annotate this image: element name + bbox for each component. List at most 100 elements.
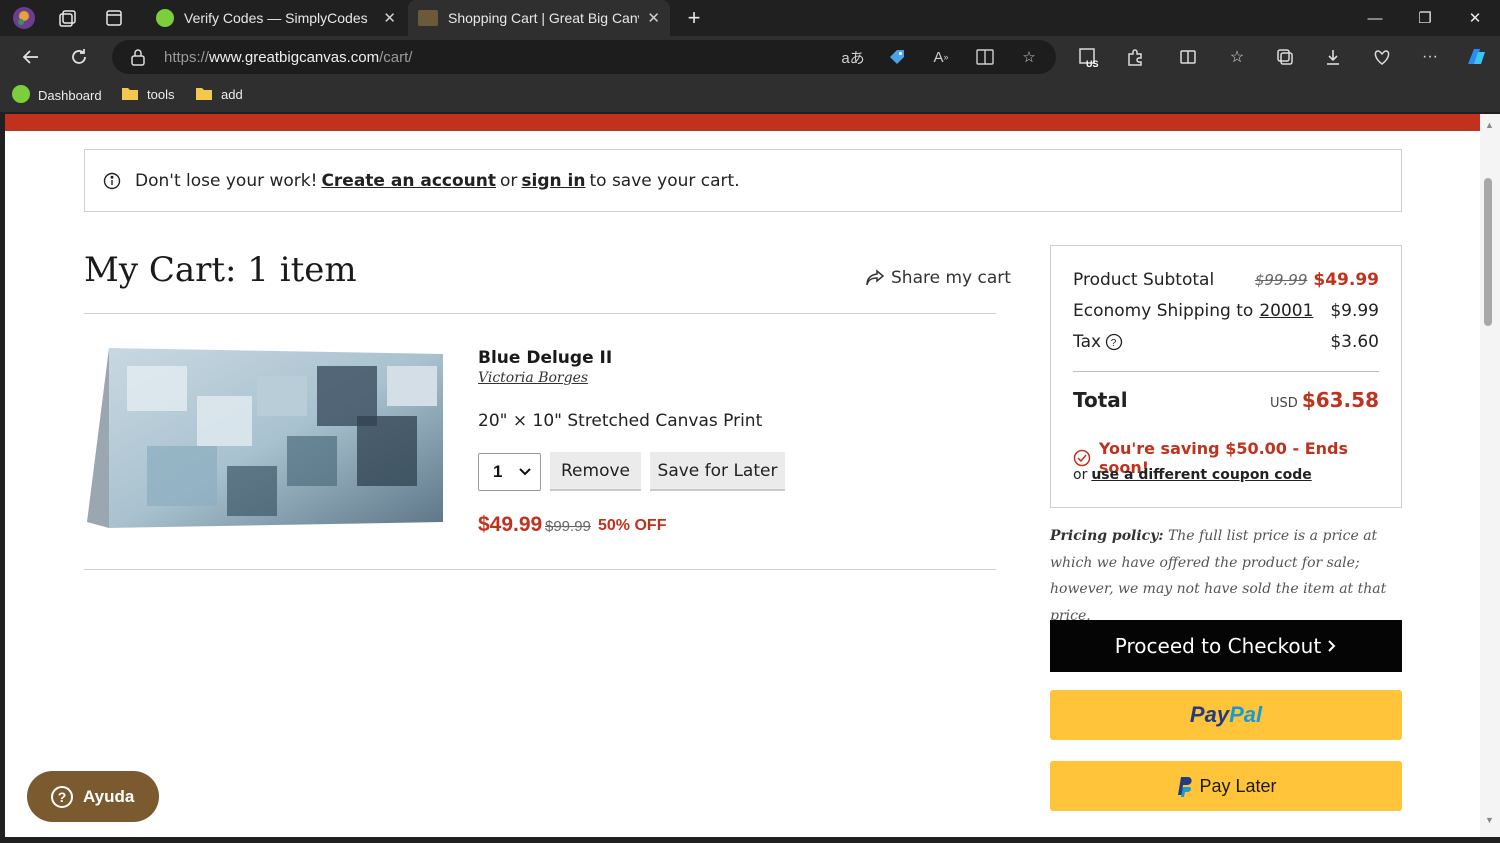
remove-button[interactable]: Remove [550,452,641,491]
total-label: Total [1073,388,1128,412]
close-window-button[interactable]: ✕ [1450,0,1500,36]
paypal-button[interactable]: Pay Pal [1050,690,1402,740]
sign-in-link[interactable]: sign in [521,171,585,191]
browser-essentials-icon[interactable] [1369,45,1395,69]
quantity-select[interactable]: 1 [478,453,541,491]
bookmark-label: tools [147,87,175,102]
bookmark-dashboard[interactable]: Dashboard [12,85,102,106]
tab-title: Verify Codes — SimplyCodes [184,10,368,26]
simplycodes-icon [12,85,30,106]
artist-link[interactable]: Victoria Borges [478,370,588,386]
url-path: /cart/ [379,49,413,66]
bookmark-label: add [221,87,243,102]
more-menu-icon[interactable]: ··· [1417,45,1443,69]
coupon-or: or [1073,467,1088,483]
bookmarks-bar: Dashboard tools add [0,78,1500,112]
order-summary: Product Subtotal $99.99 $49.99 Economy Sh… [1050,245,1402,508]
item-original-price: $99.99 [545,518,591,535]
shipping-zip-link[interactable]: 20001 [1259,301,1313,321]
pricing-policy: Pricing policy: The full list price is a… [1050,523,1402,629]
product-size: 20" × 10" Stretched Canvas Print [478,411,763,431]
shipping-value: $9.99 [1330,301,1379,321]
pricing-policy-label: Pricing policy: [1050,528,1164,544]
copilot-icon[interactable] [1463,45,1489,69]
gbc-logo-icon [418,10,438,26]
share-label: Share my cart [891,268,1011,288]
checkout-label: Proceed to Checkout [1114,634,1322,658]
notice-text: Don't lose your work! [135,170,318,191]
translate-icon[interactable]: aあ [840,46,866,68]
help-circle-icon[interactable]: ? [1105,333,1123,351]
minimize-button[interactable]: — [1350,0,1400,36]
total-row: Total USD $63.58 [1073,388,1379,412]
tab-greatbigcanvas[interactable]: Shopping Cart | Great Big Canvas ✕ [408,0,670,36]
page-scrollbar[interactable]: ▲ ▼ [1480,114,1500,837]
url-host: www.greatbigcanvas.com [209,49,380,66]
window-bottom-edge [0,837,1500,843]
refresh-icon[interactable] [65,44,93,70]
page-viewport: Don't lose your work! Create an account … [5,114,1480,837]
promo-banner[interactable] [5,114,1480,131]
folder-icon [195,85,213,104]
coupon-link[interactable]: use a different coupon code [1091,467,1311,483]
question-icon: ? [51,785,73,808]
proceed-to-checkout-button[interactable]: Proceed to Checkout [1050,620,1402,672]
extension-us-icon[interactable]: US [1076,45,1102,69]
downloads-icon[interactable] [1320,45,1346,69]
shipping-row: Economy Shipping to 20001 $9.99 [1073,301,1379,321]
divider [84,313,996,314]
split-screen-icon[interactable] [1175,45,1201,69]
folder-icon [121,85,139,104]
pay-later-label: Pay Later [1199,775,1277,796]
product-name[interactable]: Blue Deluge II [478,348,612,368]
vertical-tabs-icon[interactable] [102,6,126,30]
paypal-logo-pal: Pal [1229,702,1263,727]
lock-icon[interactable] [130,48,146,71]
item-price: $49.99 [478,513,543,536]
extensions-puzzle-icon[interactable] [1122,45,1148,69]
divider [1073,371,1379,372]
product-image[interactable] [87,346,445,530]
tax-row: Tax ? $3.60 [1073,332,1379,352]
favorite-star-icon[interactable]: ☆ [1016,46,1042,68]
subtotal-label: Product Subtotal [1073,270,1215,290]
read-aloud-icon[interactable]: A» [928,46,954,68]
total-currency: USD [1270,396,1298,411]
tab-close-icon[interactable]: ✕ [383,9,396,27]
restore-button[interactable]: ❐ [1400,0,1450,36]
help-button[interactable]: ? Ayuda [27,771,159,822]
workspaces-icon[interactable] [56,6,80,30]
shipping-label: Economy Shipping to [1073,301,1254,321]
new-tab-icon[interactable]: + [682,5,706,30]
favorites-icon[interactable]: ☆ [1224,45,1250,69]
account-notice: Don't lose your work! Create an account … [84,149,1402,212]
url-text[interactable]: https://www.greatbigcanvas.com/cart/ [164,49,412,66]
address-bar[interactable]: https://www.greatbigcanvas.com/cart/ aあ … [112,40,1056,74]
tax-label: Tax [1073,332,1102,352]
collections-icon[interactable] [1272,45,1298,69]
check-circle-icon [1073,449,1091,467]
scrollbar-thumb[interactable] [1484,178,1492,326]
notice-or: or [500,170,518,191]
chevron-right-icon [1327,638,1337,654]
share-cart-button[interactable]: Share my cart [865,268,1011,288]
save-for-later-button[interactable]: Save for Later [650,452,785,491]
scroll-down-icon[interactable]: ▼ [1485,815,1494,825]
bookmark-add[interactable]: add [195,85,243,104]
url-scheme: https:// [164,49,210,66]
tab-simplycodes[interactable]: Verify Codes — SimplyCodes ✕ [146,0,406,36]
share-icon [866,269,885,286]
bookmark-label: Dashboard [38,88,102,103]
discount-badge: 50% OFF [598,517,667,534]
browser-tab-bar: Verify Codes — SimplyCodes ✕ Shopping Ca… [0,0,1500,36]
pay-later-button[interactable]: Pay Later [1050,761,1402,811]
tab-close-icon[interactable]: ✕ [647,9,660,27]
bookmark-tools[interactable]: tools [121,85,174,104]
profile-avatar-icon[interactable] [12,6,36,30]
create-account-link[interactable]: Create an account [321,171,496,191]
coupon-tag-icon[interactable] [884,46,910,68]
back-icon[interactable] [17,44,45,70]
immersive-reader-icon[interactable] [972,46,998,68]
help-label: Ayuda [83,786,135,806]
scroll-up-icon[interactable]: ▲ [1485,120,1494,130]
